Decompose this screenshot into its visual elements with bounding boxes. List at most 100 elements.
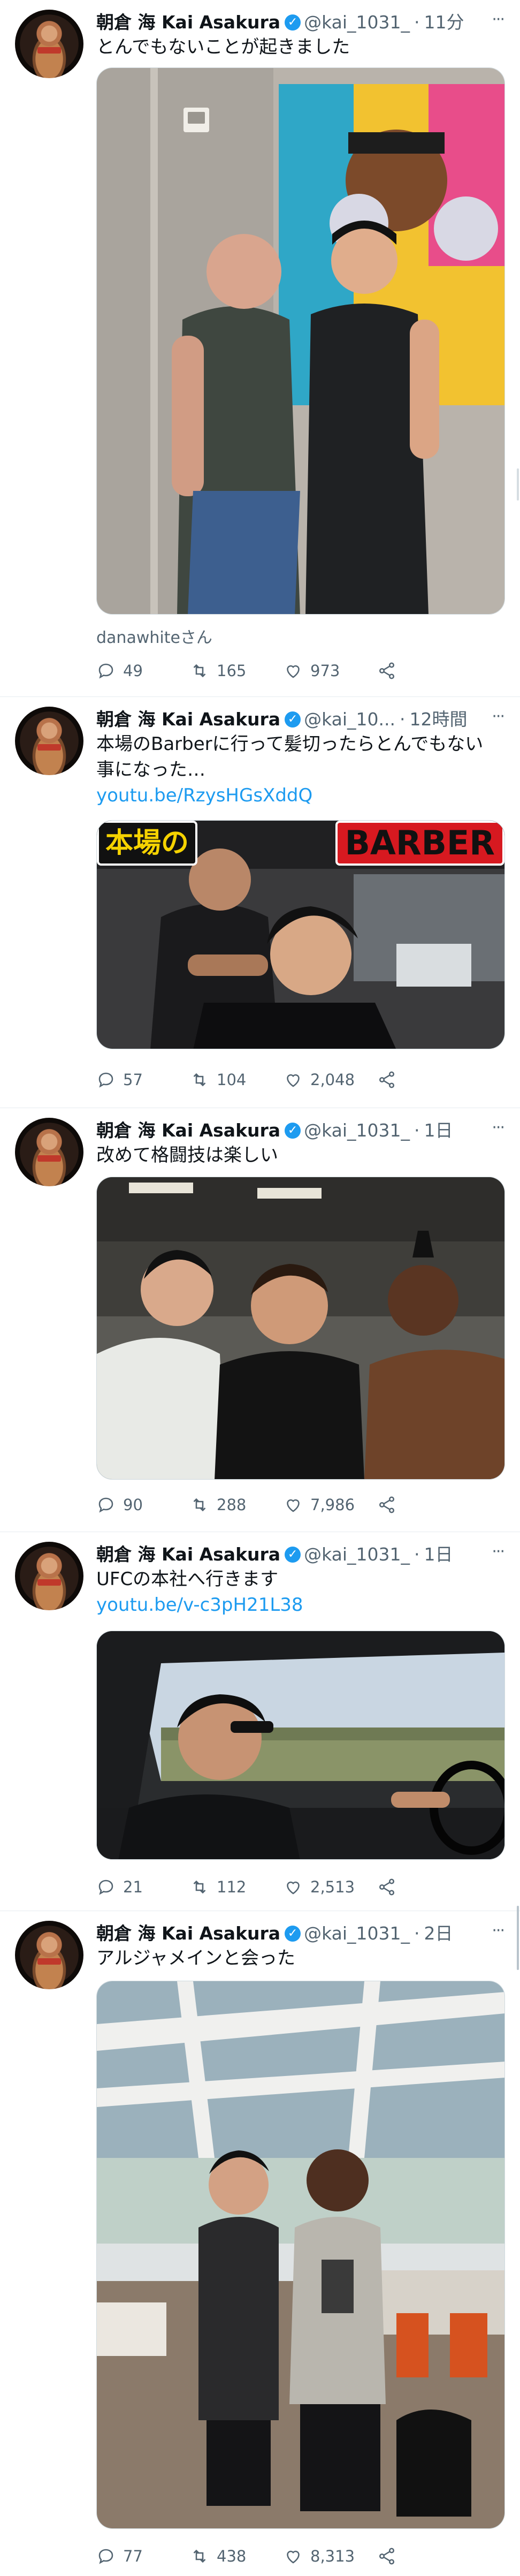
reply-icon (98, 1072, 113, 1088)
retweet-count: 438 (217, 2547, 247, 2565)
scrollbar-thumb-lower[interactable] (517, 1906, 519, 1970)
scrollbar-thumb[interactable] (517, 468, 519, 501)
tweet-photo[interactable] (96, 1981, 505, 2529)
handle[interactable]: @kai_1031_ (304, 1922, 410, 1945)
avatar[interactable] (15, 1542, 83, 1610)
share-button[interactable] (377, 657, 471, 684)
retweet-count: 165 (217, 662, 247, 680)
retweet-icon (193, 1498, 206, 1512)
retweet-button[interactable]: 438 (190, 2543, 284, 2570)
retweet-button[interactable]: 288 (190, 1491, 284, 1518)
verified-badge-icon: ✓ (285, 1926, 301, 1942)
tweet-text: とんでもないことが起きました (96, 36, 350, 58)
like-button[interactable]: 2,048 (284, 1066, 377, 1093)
share-icon (379, 1071, 395, 1088)
tweet-actions: 21 112 2,513 (96, 1874, 471, 1900)
like-button[interactable]: 2,513 (284, 1874, 377, 1900)
more-options-icon[interactable]: ··· (492, 709, 505, 725)
tweet-card[interactable]: 朝倉 海 Kai Asakura ✓ @kai_10... · 12時間 ···… (0, 697, 520, 1108)
timestamp[interactable]: 11分 (424, 11, 464, 34)
photo-gym-group (97, 1177, 504, 1479)
tweet-card[interactable]: 朝倉 海 Kai Asakura ✓ @kai_1031_ · 2日 ··· ア… (0, 1911, 520, 2576)
reply-button[interactable]: 90 (96, 1491, 190, 1518)
thumbnail-title-left: 本場の (97, 821, 198, 866)
heart-icon (287, 1881, 300, 1895)
share-icon (379, 2548, 395, 2565)
tweet-card[interactable]: 朝倉 海 Kai Asakura ✓ @kai_1031_ · 1日 ··· 改… (0, 1108, 520, 1532)
retweet-button[interactable]: 112 (190, 1874, 284, 1900)
handle[interactable]: @kai_1031_ (304, 1119, 410, 1142)
more-options-icon[interactable]: ··· (492, 1120, 505, 1136)
verified-badge-icon: ✓ (285, 711, 301, 728)
separator-dot: · (414, 1923, 420, 1944)
share-button[interactable] (377, 1874, 471, 1900)
timestamp[interactable]: 1日 (424, 1543, 453, 1566)
display-name[interactable]: 朝倉 海 Kai Asakura (96, 11, 280, 34)
timestamp[interactable]: 12時間 (409, 708, 467, 731)
reply-count: 49 (123, 662, 143, 680)
tweet-actions: 90 288 7,986 (96, 1491, 471, 1518)
tweet-card[interactable]: 朝倉 海 Kai Asakura ✓ @kai_1031_ · 1日 ··· U… (0, 1532, 520, 1911)
reply-button[interactable]: 77 (96, 2543, 190, 2570)
timestamp[interactable]: 1日 (424, 1119, 453, 1142)
tweet-actions: 57 104 2,048 (96, 1066, 471, 1093)
separator-dot: · (414, 1120, 420, 1141)
retweet-count: 112 (217, 1878, 247, 1896)
timestamp[interactable]: 2日 (424, 1922, 453, 1945)
share-icon (379, 662, 395, 679)
handle[interactable]: @kai_10... (304, 708, 395, 731)
share-icon (379, 1496, 395, 1513)
tweet-photo[interactable] (96, 67, 505, 615)
like-button[interactable]: 973 (284, 657, 377, 684)
separator-dot: · (414, 1544, 420, 1565)
avatar[interactable] (15, 1118, 83, 1186)
reply-count: 77 (123, 2547, 143, 2565)
verified-badge-icon: ✓ (285, 1123, 301, 1139)
tweet-header: 朝倉 海 Kai Asakura ✓ @kai_1031_ · 1日 (96, 1119, 509, 1142)
tweet-actions: 49 165 973 (96, 657, 471, 684)
more-options-icon[interactable]: ··· (492, 1544, 505, 1560)
handle[interactable]: @kai_1031_ (304, 1543, 410, 1566)
avatar[interactable] (15, 1921, 83, 1989)
reply-button[interactable]: 21 (96, 1874, 190, 1900)
share-button[interactable] (377, 1491, 471, 1518)
avatar[interactable] (15, 707, 83, 775)
retweet-icon (193, 664, 206, 678)
retweet-icon (193, 1880, 206, 1894)
tweet-link[interactable]: youtu.be/RzysHGsXddQ (96, 783, 312, 808)
tweet-photo[interactable] (96, 1177, 505, 1480)
handle[interactable]: @kai_1031_ (304, 11, 410, 34)
tweet-card[interactable]: 朝倉 海 Kai Asakura ✓ @kai_1031_ · 11分 ··· … (0, 0, 520, 697)
reply-button[interactable]: 49 (96, 657, 190, 684)
tweet-link[interactable]: youtu.be/v-c3pH21L38 (96, 1592, 303, 1618)
display-name[interactable]: 朝倉 海 Kai Asakura (96, 1543, 280, 1566)
display-name[interactable]: 朝倉 海 Kai Asakura (96, 1922, 280, 1945)
tweet-text: 改めて格闘技は楽しい (96, 1145, 278, 1166)
photo-cafeteria (97, 1981, 504, 2528)
tweet-header: 朝倉 海 Kai Asakura ✓ @kai_1031_ · 1日 (96, 1543, 509, 1566)
heart-icon (287, 1499, 300, 1512)
link-preview-thumbnail[interactable]: 本場の BARBER (96, 820, 505, 1049)
thumbnail-title-right: BARBER (335, 821, 504, 866)
separator-dot: · (414, 12, 420, 33)
reply-button[interactable]: 57 (96, 1066, 190, 1093)
share-button[interactable] (377, 2543, 471, 2570)
photo-caption[interactable]: danawhiteさん (96, 624, 212, 648)
display-name[interactable]: 朝倉 海 Kai Asakura (96, 1119, 280, 1142)
like-button[interactable]: 8,313 (284, 2543, 377, 2570)
more-options-icon[interactable]: ··· (492, 12, 505, 28)
share-icon (379, 1878, 395, 1896)
retweet-count: 104 (217, 1071, 247, 1089)
more-options-icon[interactable]: ··· (492, 1923, 505, 1939)
share-button[interactable] (377, 1066, 471, 1093)
link-preview-thumbnail[interactable] (96, 1631, 505, 1860)
retweet-button[interactable]: 165 (190, 657, 284, 684)
tweet-header: 朝倉 海 Kai Asakura ✓ @kai_1031_ · 2日 (96, 1922, 509, 1945)
reply-icon (98, 663, 113, 679)
like-button[interactable]: 7,986 (284, 1491, 377, 1518)
retweet-button[interactable]: 104 (190, 1066, 284, 1093)
tweet-actions: 77 438 8,313 (96, 2543, 471, 2570)
display-name[interactable]: 朝倉 海 Kai Asakura (96, 708, 280, 731)
avatar[interactable] (15, 10, 83, 78)
like-count: 8,313 (310, 2547, 355, 2565)
